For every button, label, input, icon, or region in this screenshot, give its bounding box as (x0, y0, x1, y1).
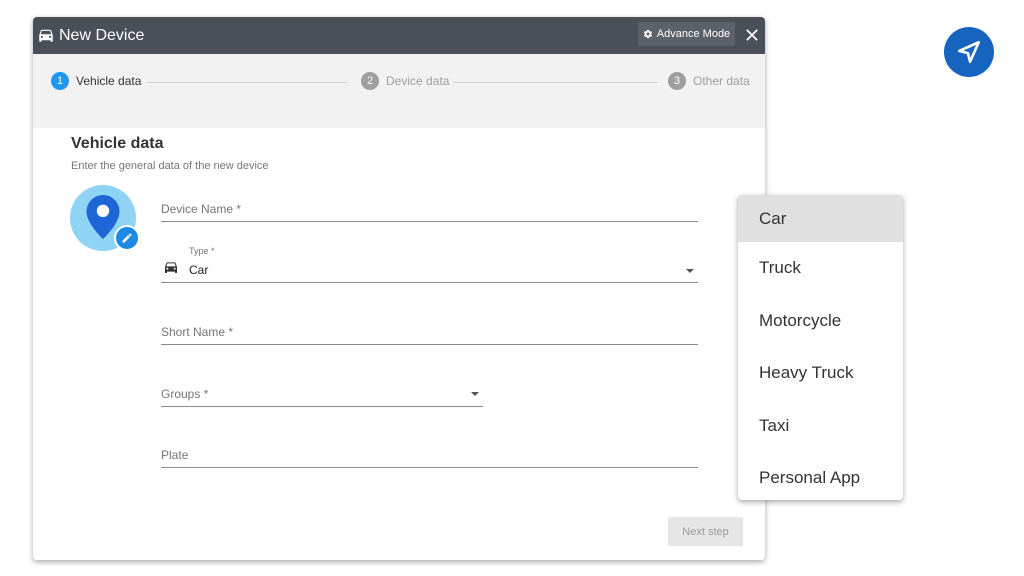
close-icon[interactable] (744, 27, 760, 43)
chevron-down-icon (471, 392, 479, 396)
stepper: 1 Vehicle data 2 Device data 3 Other dat… (33, 54, 765, 128)
advance-mode-label: Advance Mode (656, 28, 731, 40)
dropdown-option-heavy-truck[interactable]: Heavy Truck (738, 349, 903, 396)
plate-field[interactable]: Plate (161, 443, 698, 469)
device-name-label: Device Name * (161, 202, 242, 216)
short-name-field[interactable]: Short Name * (161, 320, 698, 346)
type-label: Type * (189, 246, 215, 256)
field-underline (161, 467, 698, 468)
field-underline (161, 406, 483, 407)
device-name-field[interactable]: Device Name * (161, 197, 698, 223)
field-underline (161, 282, 698, 283)
step-connector (453, 82, 658, 83)
dropdown-option-taxi[interactable]: Taxi (738, 402, 903, 449)
field-underline (161, 344, 698, 345)
step-label: Other data (693, 74, 750, 88)
gear-icon (643, 29, 652, 39)
short-name-label: Short Name * (161, 325, 234, 339)
plate-label: Plate (161, 448, 189, 462)
type-dropdown-menu: Car Truck Motorcycle Heavy Truck Taxi Pe… (738, 195, 903, 500)
groups-label: Groups * (161, 387, 209, 401)
navigation-arrow-icon (957, 40, 981, 64)
field-underline (161, 221, 698, 222)
brand-logo (944, 27, 994, 77)
type-value: Car (189, 263, 209, 277)
car-icon (39, 29, 53, 42)
step-vehicle-data[interactable]: 1 Vehicle data (51, 72, 141, 90)
dropdown-option-personal-app[interactable]: Personal App (738, 454, 903, 500)
step-device-data[interactable]: 2 Device data (361, 72, 449, 90)
new-device-dialog: New Device Advance Mode 1 Vehicle data 2… (33, 17, 765, 560)
step-number: 2 (361, 72, 379, 90)
advance-mode-button[interactable]: Advance Mode (638, 22, 735, 46)
dialog-title: New Device (59, 27, 145, 44)
step-number: 1 (51, 72, 69, 90)
step-label: Vehicle data (76, 74, 142, 88)
next-step-button[interactable]: Next step (668, 517, 743, 546)
step-number: 3 (668, 72, 686, 90)
edit-avatar-button[interactable] (114, 225, 140, 251)
chevron-down-icon (686, 269, 694, 273)
dropdown-option-motorcycle[interactable]: Motorcycle (738, 297, 903, 344)
groups-select[interactable]: Groups * (161, 382, 483, 408)
dropdown-option-truck[interactable]: Truck (738, 244, 903, 291)
car-icon (165, 262, 177, 273)
step-connector (147, 82, 347, 83)
dropdown-option-car[interactable]: Car (738, 195, 903, 242)
section-title: Vehicle data (71, 135, 164, 152)
pencil-icon (122, 233, 132, 243)
step-label: Device data (386, 74, 450, 88)
section-subtitle: Enter the general data of the new device (71, 160, 269, 172)
dialog-titlebar: New Device Advance Mode (33, 17, 765, 54)
step-other-data[interactable]: 3 Other data (668, 72, 750, 90)
type-select[interactable]: Type * Car (161, 245, 698, 285)
